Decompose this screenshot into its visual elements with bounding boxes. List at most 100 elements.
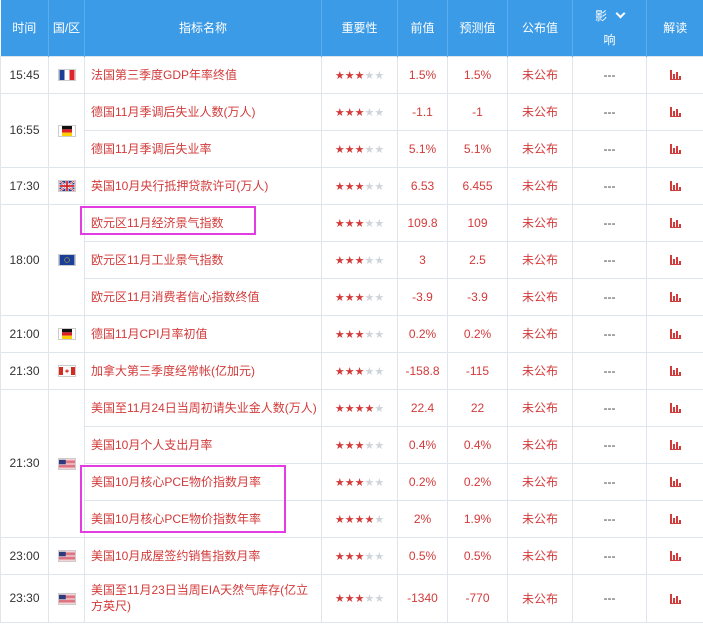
bar-chart-icon[interactable] <box>669 218 681 229</box>
chevron-down-icon[interactable] <box>615 8 626 19</box>
table-row: 德国11月季调后失业率 ★★★★★ 5.1% 5.1% 未公布 --- <box>1 129 703 168</box>
bar-chart-icon[interactable] <box>669 440 681 451</box>
actual-value: 未公布 <box>507 203 573 242</box>
indicator-name[interactable]: 欧元区11月经济景气指数 <box>84 203 322 242</box>
bar-chart-icon[interactable] <box>669 70 681 81</box>
indicator-name[interactable]: 美国10月个人支出月率 <box>84 425 322 464</box>
indicator-name[interactable]: 美国至11月24日当周初请失业金人数(万人) <box>84 388 322 427</box>
bar-chart-icon[interactable] <box>669 366 681 377</box>
star-filled-icon: ★ <box>344 476 355 489</box>
table-row: 16:55 德国11月季调后失业人数(万人) ★★★★★ -1.1 -1 未公布… <box>0 92 703 168</box>
star-filled-icon: ★ <box>354 365 365 378</box>
star-filled-icon: ★ <box>354 291 365 304</box>
star-rating: ★★★★★ <box>335 144 384 156</box>
header-previous[interactable]: 前值 <box>397 0 448 56</box>
analysis-cell[interactable] <box>646 129 703 168</box>
bar-chart-icon[interactable] <box>669 329 681 340</box>
header-importance[interactable]: 重要性 <box>321 0 398 56</box>
bar-chart-icon[interactable] <box>669 255 681 266</box>
usa-flag-icon <box>57 457 76 470</box>
analysis-cell[interactable] <box>646 536 703 575</box>
table-row: 21:30 加拿大第三季度经常帐(亿加元) ★★★★★ -158.8 -115 … <box>0 351 703 390</box>
header-time[interactable]: 时间 <box>0 0 49 56</box>
indicator-name[interactable]: 德国11月CPI月率初值 <box>84 314 322 353</box>
forecast-value: 0.4% <box>447 425 508 464</box>
star-empty-icon: ★ <box>364 291 375 304</box>
header-country[interactable]: 国/区 <box>48 0 85 56</box>
forecast-value: 22 <box>447 388 508 427</box>
analysis-cell[interactable] <box>646 166 703 205</box>
star-filled-icon: ★ <box>354 69 365 82</box>
forecast-value: 0.2% <box>447 314 508 353</box>
analysis-cell[interactable] <box>646 277 703 316</box>
bar-chart-icon[interactable] <box>669 181 681 192</box>
previous-value: -1.1 <box>397 92 448 131</box>
star-filled-icon: ★ <box>344 106 355 119</box>
indicator-name[interactable]: 美国10月成屋签约销售指数月率 <box>84 536 322 575</box>
indicator-name[interactable]: 欧元区11月消费者信心指数终值 <box>84 277 322 316</box>
header-analysis[interactable]: 解读 <box>646 0 703 56</box>
star-filled-icon: ★ <box>334 106 345 119</box>
analysis-cell[interactable] <box>646 388 703 427</box>
bar-chart-icon[interactable] <box>669 292 681 303</box>
star-rating: ★★★★★ <box>335 366 384 378</box>
country-cell <box>48 573 85 623</box>
indicator-name[interactable]: 加拿大第三季度经常帐(亿加元) <box>84 351 322 390</box>
indicator-name[interactable]: 美国10月核心PCE物价指数月率 <box>84 462 322 501</box>
actual-value: 未公布 <box>507 425 573 464</box>
analysis-cell[interactable] <box>646 55 703 94</box>
indicator-name[interactable]: 德国11月季调后失业人数(万人) <box>84 92 322 131</box>
time-cell: 21:30 <box>0 388 49 538</box>
impact-value: --- <box>572 314 647 353</box>
analysis-cell[interactable] <box>646 351 703 390</box>
importance-stars: ★★★★★ <box>321 129 398 168</box>
header-actual[interactable]: 公布值 <box>507 0 573 56</box>
indicator-name[interactable]: 欧元区11月工业景气指数 <box>84 240 322 279</box>
bar-chart-icon[interactable] <box>669 551 681 562</box>
country-cell <box>48 92 85 168</box>
analysis-cell[interactable] <box>646 240 703 279</box>
indicator-name[interactable]: 美国10月核心PCE物价指数年率 <box>84 499 322 538</box>
bar-chart-icon[interactable] <box>669 403 681 414</box>
header-indicator[interactable]: 指标名称 <box>84 0 322 56</box>
impact-value: --- <box>572 203 647 242</box>
star-rating: ★★★★★ <box>335 551 384 563</box>
star-filled-icon: ★ <box>354 402 365 415</box>
table-row: 23:30 美国至11月23日当周EIA天然气库存(亿立方英尺) ★★★★★ -… <box>0 573 703 623</box>
analysis-cell[interactable] <box>646 462 703 501</box>
impact-value: --- <box>572 425 647 464</box>
table-row: 欧元区11月工业景气指数 ★★★★★ 3 2.5 未公布 --- <box>1 240 703 279</box>
analysis-cell[interactable] <box>646 92 703 131</box>
actual-value: 未公布 <box>507 129 573 168</box>
analysis-cell[interactable] <box>646 425 703 464</box>
analysis-cell[interactable] <box>646 499 703 538</box>
star-empty-icon: ★ <box>364 593 375 605</box>
bar-chart-icon[interactable] <box>669 593 681 604</box>
table-row: 美国10月个人支出月率 ★★★★★ 0.4% 0.4% 未公布 --- <box>1 425 703 464</box>
actual-value: 未公布 <box>507 351 573 390</box>
bar-chart-icon[interactable] <box>669 144 681 155</box>
star-filled-icon: ★ <box>354 180 365 193</box>
bar-chart-icon[interactable] <box>669 477 681 488</box>
star-filled-icon: ★ <box>344 291 355 304</box>
uk-flag-icon <box>57 180 76 193</box>
analysis-cell[interactable] <box>646 314 703 353</box>
table-row: 17:30 英国10月央行抵押贷款许可(万人) ★★★★★ 6.53 6.455… <box>0 166 703 205</box>
star-empty-icon: ★ <box>364 143 375 156</box>
bar-chart-icon[interactable] <box>669 107 681 118</box>
indicator-name[interactable]: 德国11月季调后失业率 <box>84 129 322 168</box>
star-empty-icon: ★ <box>364 180 375 193</box>
indicator-name[interactable]: 美国至11月23日当周EIA天然气库存(亿立方英尺) <box>84 573 322 623</box>
previous-value: -1340 <box>397 573 448 623</box>
star-filled-icon: ★ <box>354 328 365 341</box>
time-cell: 23:00 <box>0 536 49 575</box>
country-cell <box>48 388 85 538</box>
bar-chart-icon[interactable] <box>669 514 681 525</box>
star-filled-icon: ★ <box>334 513 345 526</box>
header-impact[interactable]: 影 响 <box>572 0 647 56</box>
indicator-name[interactable]: 法国第三季度GDP年率终值 <box>84 55 322 94</box>
header-forecast[interactable]: 预测值 <box>447 0 508 56</box>
analysis-cell[interactable] <box>646 573 703 623</box>
analysis-cell[interactable] <box>646 203 703 242</box>
indicator-name[interactable]: 英国10月央行抵押贷款许可(万人) <box>84 166 322 205</box>
